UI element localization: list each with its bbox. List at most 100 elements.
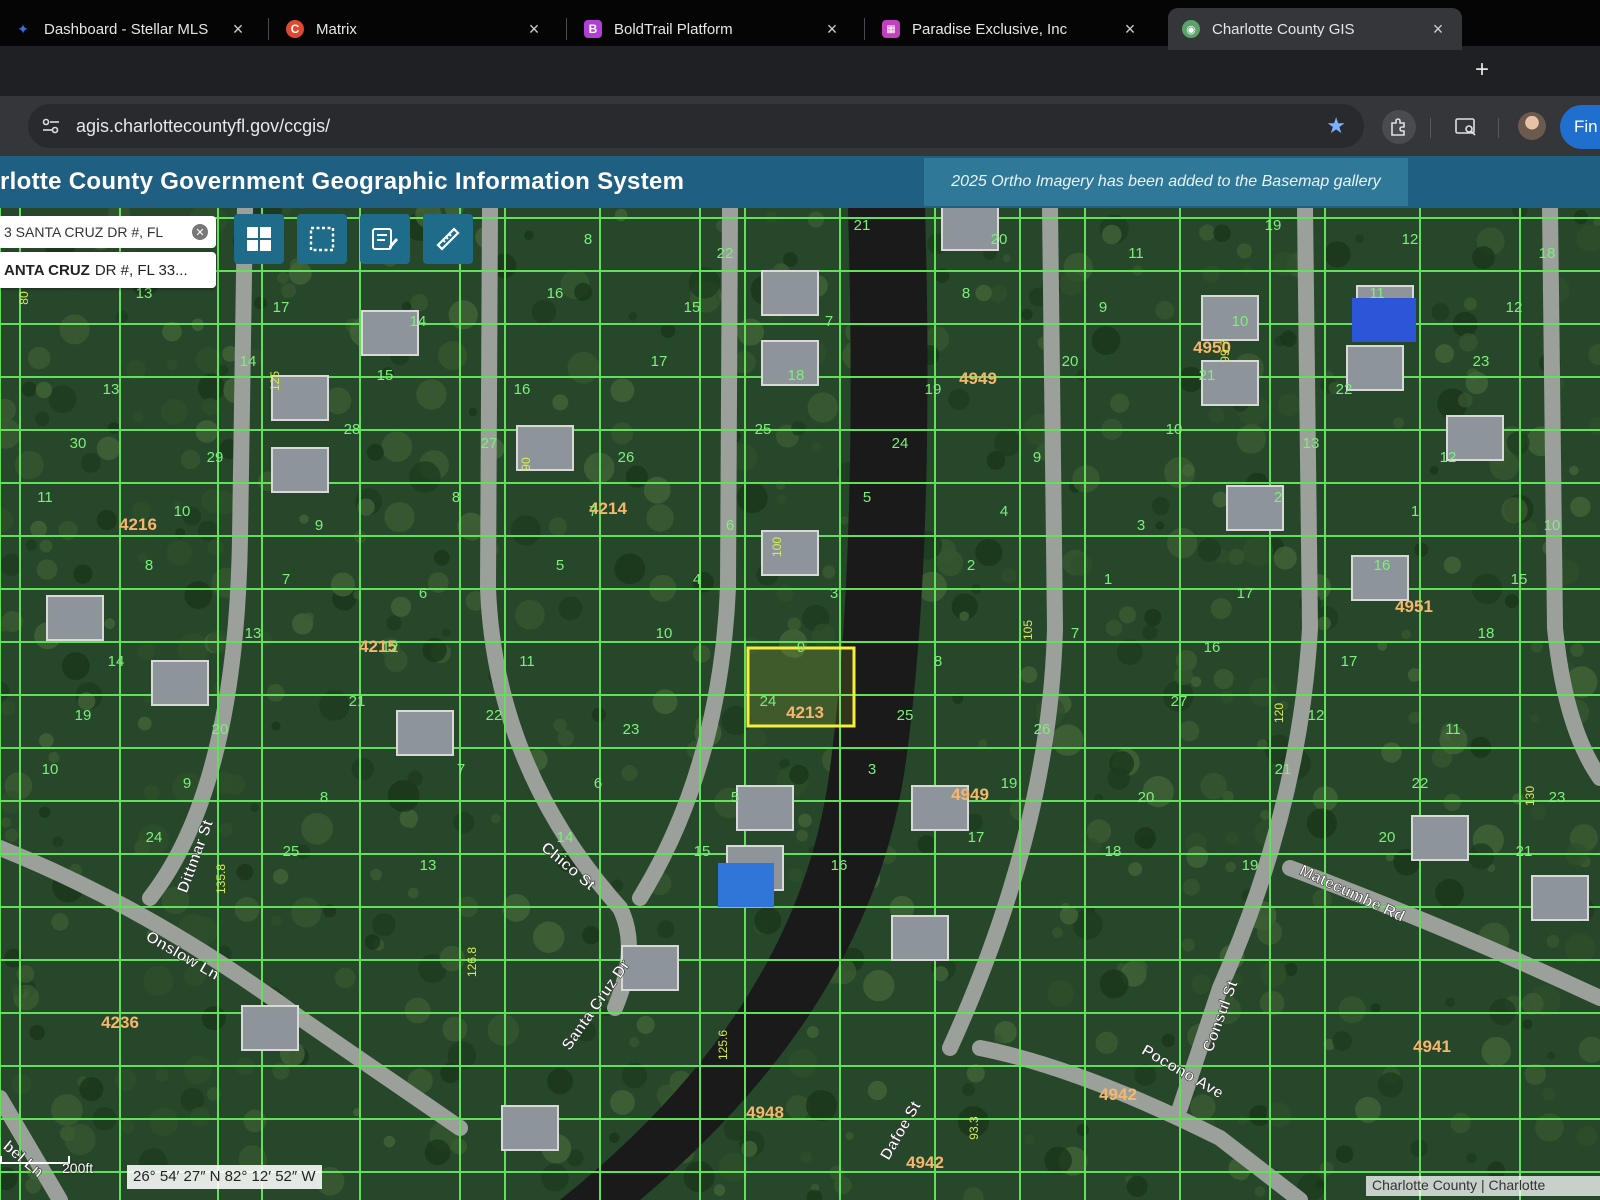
tab-matrix[interactable]: C Matrix × [272,8,558,50]
lot-number-label: 3 [1137,517,1145,534]
tree-canopy [381,431,413,462]
find-button[interactable]: Fin [1560,105,1600,149]
tree-canopy [1272,252,1296,276]
lot-number-label: 10 [174,503,191,520]
profile-avatar[interactable] [1518,112,1546,140]
lot-number-label: 22 [717,245,734,262]
tree-canopy [652,689,678,715]
tree-canopy [1355,234,1364,244]
banner-text: 2025 Ortho Imagery has been added to the… [951,173,1381,190]
new-tab-button[interactable]: + [1475,56,1489,84]
tree-canopy [27,346,51,370]
close-icon[interactable]: × [1120,19,1140,40]
blue-tarp-roof [1352,298,1416,342]
tree-canopy [1443,793,1462,812]
coordinate-readout: 26° 54′ 27″ N 82° 12′ 52″ W [127,1165,322,1189]
stellar-icon: ✦ [17,20,29,37]
lot-number-label: 9 [183,775,191,792]
tab-strip [0,46,1600,96]
tree-canopy [1076,368,1090,382]
lot-number-label: 10 [1232,313,1249,330]
tree-canopy [845,1132,854,1140]
tree-canopy [737,318,764,346]
tree-canopy [291,897,322,928]
house-roof [1201,295,1259,341]
lot-number-label: 27 [481,435,498,452]
lot-number-label: 13 [245,625,262,642]
tab-paradise-exclusive[interactable]: ▦ Paradise Exclusive, Inc × [868,8,1154,50]
notes-tool-button[interactable] [360,214,410,264]
house-roof [1346,345,1404,391]
tree-canopy [281,283,297,299]
tree-canopy [79,1077,104,1102]
cast-search-icon[interactable] [1449,110,1483,144]
announcement-banner[interactable]: 2025 Ortho Imagery has been added to the… [924,158,1408,206]
scale-bar [0,1156,70,1164]
tree-canopy [1070,554,1093,577]
tab-charlotte-county-gis[interactable]: ◉ Charlotte County GIS × [1168,8,1462,50]
tree-canopy [1542,1087,1556,1101]
block-number-label: 4949 [951,785,989,804]
tree-canopy [149,1107,179,1137]
tree-canopy [143,784,160,801]
lot-number-label: 14 [108,653,125,670]
tree-canopy [1102,224,1122,245]
tree-canopy [1024,1134,1035,1145]
tree-canopy [1569,465,1579,476]
map-view[interactable]: 4216 4214 4215 4213 4236 4949 4950 4951 4948 4942… [0,208,1600,1200]
search-suggestion[interactable]: ANTA CRUZ DR #, FL 33... [0,252,216,288]
clear-search-icon[interactable]: ✕ [192,224,208,240]
tab-boldtrail-platform[interactable]: B BoldTrail Platform × [570,8,856,50]
tree-canopy [96,510,117,531]
close-icon[interactable]: × [822,19,842,40]
tab-dashboard-stellar-mls[interactable]: ✦ Dashboard - Stellar MLS × [0,8,262,50]
tree-canopy [975,539,1003,567]
tree-canopy [524,230,534,240]
extensions-icon[interactable] [1382,110,1416,144]
tree-canopy [1021,308,1033,320]
lot-number-label: 9 [315,517,323,534]
tree-canopy [1577,1126,1598,1147]
lot-number-label: 23 [1473,353,1490,370]
lot-number-label: 9 [1099,299,1107,316]
tree-canopy [175,528,186,539]
close-icon[interactable]: × [1428,19,1448,40]
tree-canopy [1126,1176,1148,1197]
tree-canopy [1506,431,1530,455]
close-icon[interactable]: × [524,19,544,40]
address-bar[interactable]: agis.charlottecountyfl.gov/ccgis/ ★ [28,104,1364,148]
tree-canopy [137,643,155,661]
close-icon[interactable]: × [228,19,248,40]
lot-number-label: 14 [410,313,427,330]
select-tool-button[interactable] [297,214,347,264]
lot-number-label: 7 [457,761,465,778]
grid-tool-button[interactable] [234,214,284,264]
tree-canopy [800,1151,812,1163]
tree-canopy [58,520,78,541]
house-roof [736,785,794,831]
block-number-label: 4951 [1395,597,1433,616]
address-search-input[interactable]: 3 SANTA CRUZ DR #, FL ✕ [0,216,216,248]
tree-canopy [178,642,187,651]
tree-canopy [453,812,475,833]
lot-number-label: 13 [103,381,120,398]
tree-canopy [1128,862,1143,877]
tree-canopy [806,1026,819,1038]
tree-canopy [195,420,219,443]
lot-number-label: 21 [1199,367,1216,384]
lot-number-label: 10 [42,761,59,778]
lot-number-label: 20 [1062,353,1079,370]
bookmark-star-icon[interactable]: ★ [1326,113,1346,139]
measure-tool-button[interactable] [423,214,473,264]
lot-number-label: 8 [320,789,328,806]
tree-canopy [558,596,583,621]
house-roof [241,1005,299,1051]
tree-canopy [236,863,254,881]
lot-number-label: 12 [382,639,399,656]
site-settings-icon[interactable] [40,115,62,137]
tree-canopy [1099,969,1129,999]
aerial-parcel-map[interactable]: 4216421442154213423649494950495149484942… [0,208,1600,1200]
house-roof [891,915,949,961]
lot-number-label: 15 [377,367,394,384]
tree-canopy [531,299,557,325]
